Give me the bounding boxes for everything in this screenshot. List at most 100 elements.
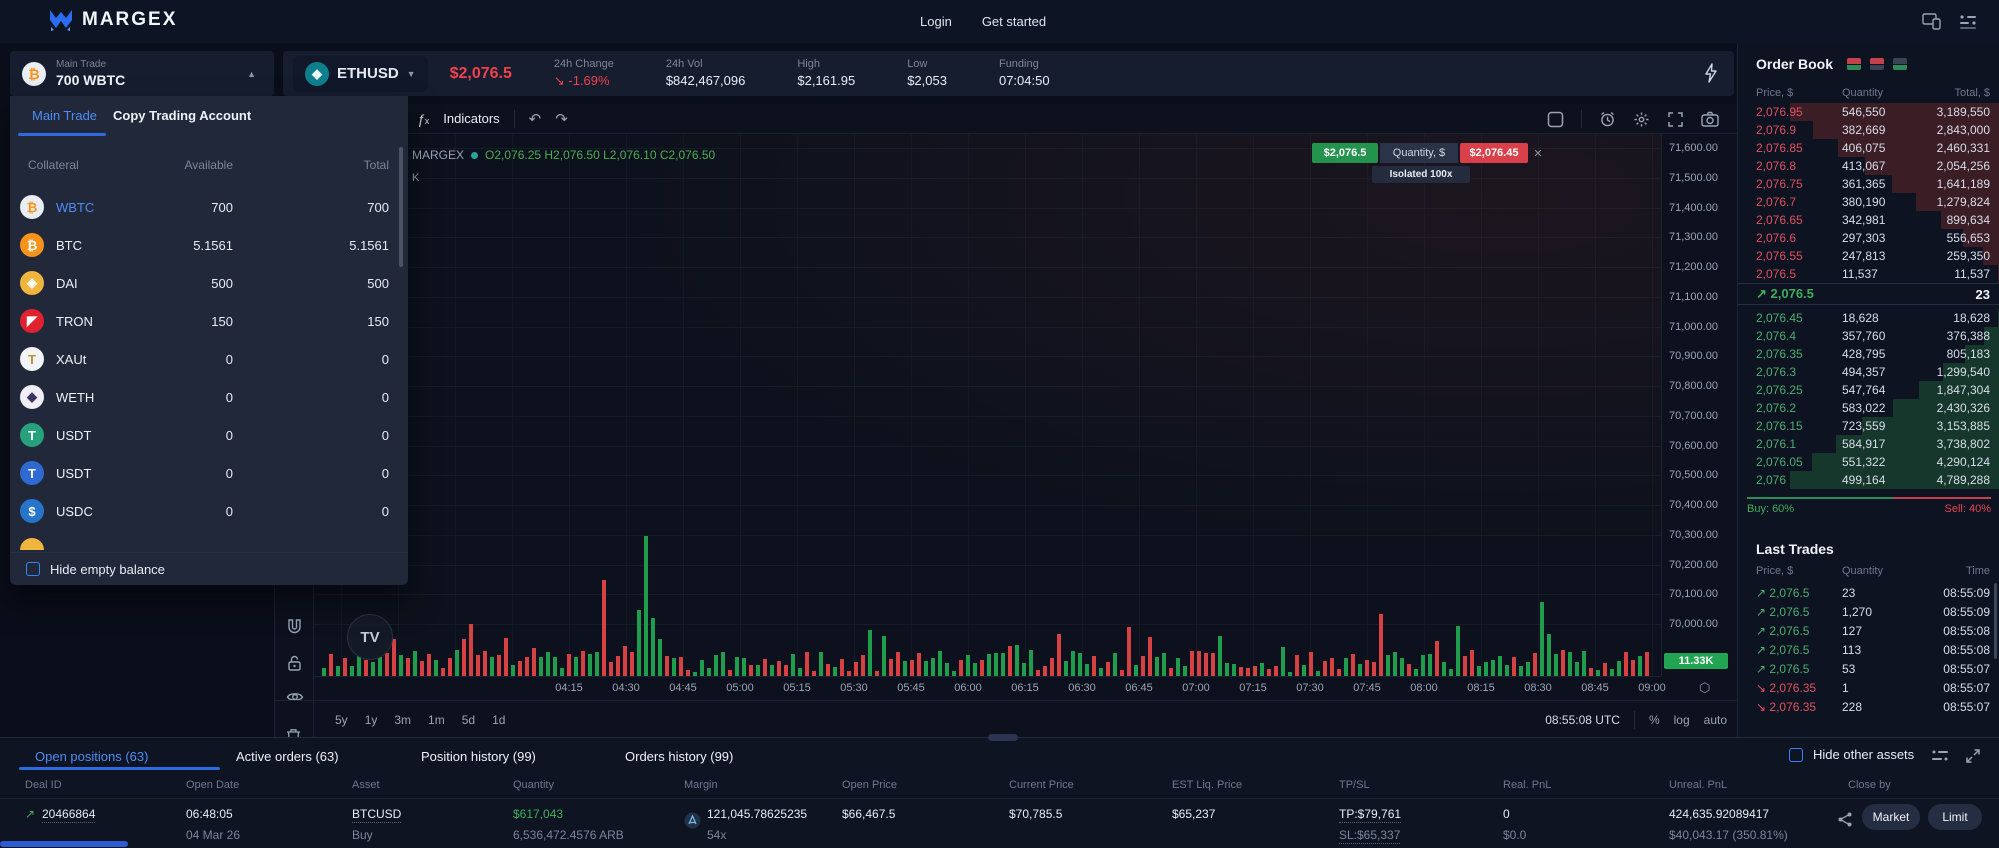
price-axis[interactable]: 71,600.00 71,500.00 71,400.00 71,300.00 71,2… (1661, 134, 1738, 676)
close-icon[interactable]: ✕ (1530, 143, 1546, 163)
sell-price-button[interactable]: $2,076.45 (1460, 143, 1528, 163)
timeframe-1d[interactable]: 1d (492, 713, 505, 727)
account-selector[interactable]: ₿ Main Trade 700 WBTC ▲ (10, 51, 274, 96)
hide-empty-checkbox[interactable] (26, 562, 40, 576)
horizontal-scrollbar[interactable] (0, 841, 128, 847)
redo-icon[interactable]: ↷ (555, 110, 568, 128)
pair-selector[interactable]: ◆ ETHUSD ▼ (293, 55, 428, 92)
tab-copy-trading[interactable]: Copy Trading Account (113, 108, 251, 123)
orderbook-sell-row[interactable]: 2,076.75 361,365 1,641,189 (1738, 175, 1999, 193)
collateral-row[interactable]: T USDT 0 0 (10, 416, 408, 454)
book-mode-buy-icon[interactable] (1893, 58, 1908, 70)
book-mode-both-icon[interactable] (1847, 58, 1862, 70)
magnet-icon[interactable] (286, 618, 303, 635)
orderbook-sell-row[interactable]: 2,076.65 342,981 899,634 (1738, 211, 1999, 229)
orderbook-sell-row[interactable]: 2,076.6 297,303 556,653 (1738, 229, 1999, 247)
tab-main-trade[interactable]: Main Trade (32, 108, 97, 123)
orderbook-sell-row[interactable]: 2,076.85 406,075 2,460,331 (1738, 139, 1999, 157)
caret-down-icon: ▼ (406, 68, 416, 79)
share-icon[interactable] (1838, 812, 1852, 830)
fullscreen-icon[interactable] (1667, 111, 1684, 128)
get-started-link[interactable]: Get started (982, 14, 1046, 29)
orderbook-buy-row[interactable]: 2,076.3 494,357 1,299,540 (1738, 363, 1999, 381)
tab-position-history[interactable]: Position history (99) (421, 749, 536, 764)
undo-icon[interactable]: ↶ (529, 110, 542, 128)
orderbook-sell-row[interactable]: 2,076.9 382,669 2,843,000 (1738, 121, 1999, 139)
orderbook-mid-price-row[interactable]: ↗ 2,076.5 23 (1738, 283, 1999, 305)
orderbook-sell-row[interactable]: 2,076.8 413,067 2,054,256 (1738, 157, 1999, 175)
orderbook-buy-row[interactable]: 2,076 499,164 4,789,288 (1738, 471, 1999, 489)
collateral-row[interactable]: ◤ TRON 150 150 (10, 302, 408, 340)
timeframe-5y[interactable]: 5y (335, 713, 348, 727)
close-limit-button[interactable]: Limit (1928, 804, 1982, 830)
collateral-row[interactable]: T XAUt 0 0 (10, 340, 408, 378)
percent-scale-button[interactable]: % (1649, 713, 1660, 727)
timeframe-5d[interactable]: 5d (462, 713, 475, 727)
tab-open-positions[interactable]: Open positions (63) (35, 749, 148, 764)
time-axis-label: 07:30 (1296, 682, 1324, 694)
collateral-row[interactable]: $ USDC 0 0 (10, 492, 408, 530)
market-header: ◆ ETHUSD ▼ $2,076.5 24h Change ↘ -1.69% 24… (283, 51, 1734, 96)
quantity-field[interactable]: Quantity, $ (1380, 143, 1458, 163)
panel-drag-handle[interactable] (988, 734, 1018, 741)
last-trades-scrollbar[interactable] (1994, 583, 1997, 659)
expand-icon[interactable] (1965, 748, 1981, 764)
indicators-button[interactable]: Indicators (443, 111, 499, 126)
axis-settings-icon[interactable]: ⬡ (1699, 680, 1710, 696)
time-axis[interactable]: 04:15 04:30 04:45 05:00 05:15 05:30 05:45 06:00… (314, 676, 1666, 700)
collateral-row[interactable]: ₿ WBTC 700 700 (10, 188, 408, 226)
camera-icon[interactable] (1701, 111, 1719, 127)
fx-icon[interactable]: ƒx (417, 111, 429, 127)
tab-active-orders[interactable]: Active orders (63) (236, 749, 339, 764)
layout-icon[interactable] (1547, 111, 1564, 128)
orderbook-sell-row[interactable]: 2,076.7 380,190 1,279,824 (1738, 193, 1999, 211)
login-link[interactable]: Login (920, 14, 952, 29)
orderbook-buy-row[interactable]: 2,076.05 551,322 4,290,124 (1738, 453, 1999, 471)
collateral-rows: ₿ WBTC 700 700 ₿ BTC 5.1561 5.1561 ◈ DAI 500 500 ◤ TR… (10, 188, 408, 530)
settings-gear-icon[interactable] (1633, 111, 1650, 128)
timeframe-1y[interactable]: 1y (365, 713, 378, 727)
collateral-row[interactable]: ◆ WETH 0 0 (10, 378, 408, 416)
workspace-icon[interactable] (1959, 14, 1977, 30)
price-cell: 2,076.35 (1756, 347, 1803, 361)
lock-icon[interactable] (286, 654, 303, 672)
orderbook-buy-row[interactable]: 2,076.35 428,795 805,183 (1738, 345, 1999, 363)
book-mode-sell-icon[interactable] (1870, 58, 1885, 70)
orderbook-buy-row[interactable]: 2,076.4 357,760 376,388 (1738, 327, 1999, 345)
collateral-row[interactable]: T USDT 0 0 (10, 454, 408, 492)
tab-orders-history[interactable]: Orders history (99) (625, 749, 733, 764)
log-scale-button[interactable]: log (1674, 713, 1690, 727)
margin-mode-badge[interactable]: Isolated 100x (1372, 166, 1470, 183)
margex-logo[interactable]: MARGEX (48, 8, 177, 32)
tpsl-cell[interactable]: TP:$79,761 SL:$65,337 (1339, 807, 1402, 844)
collateral-row[interactable]: ₿ BTC 5.1561 5.1561 (10, 226, 408, 264)
total-cell: 1,299,540 (1936, 365, 1990, 379)
auto-scale-button[interactable]: auto (1704, 713, 1727, 727)
chart-plot[interactable]: TV MARGEX O2,076.25 H2,076.50 L2,076.10 … (314, 134, 1661, 676)
close-market-button[interactable]: Market (1862, 804, 1920, 830)
panel-scrollbar[interactable] (399, 147, 403, 267)
orderbook-sell-row[interactable]: 2,076.95 546,550 3,189,550 (1738, 103, 1999, 121)
devices-icon[interactable] (1922, 13, 1941, 30)
orderbook-buy-row[interactable]: 2,076.1 584,917 3,738,802 (1738, 435, 1999, 453)
total-cell: 1,641,189 (1936, 177, 1990, 191)
orderbook-buy-row[interactable]: 2,076.45 18,628 18,628 (1738, 309, 1999, 327)
column-settings-icon[interactable] (1931, 748, 1949, 764)
orderbook-buy-row[interactable]: 2,076.2 583,022 2,430,326 (1738, 399, 1999, 417)
lightning-icon[interactable] (1704, 63, 1718, 86)
timeframe-1m[interactable]: 1m (428, 713, 445, 727)
orderbook-buy-row[interactable]: 2,076.15 723,559 3,153,885 (1738, 417, 1999, 435)
quantity-cell: $617,043 6,536,472.4576 ARB (513, 807, 624, 842)
hide-other-checkbox[interactable] (1789, 747, 1803, 762)
orderbook-buy-row[interactable]: 2,076.25 547,764 1,847,304 (1738, 381, 1999, 399)
xaut-coin-icon: T (20, 347, 44, 371)
utc-clock[interactable]: 08:55:08 UTC (1545, 713, 1620, 727)
timeframe-3m[interactable]: 3m (394, 713, 411, 727)
orderbook-sell-row[interactable]: 2,076.5 11,537 11,537 (1738, 265, 1999, 283)
buy-price-button[interactable]: $2,076.5 (1312, 143, 1378, 163)
orderbook-sell-row[interactable]: 2,076.55 247,813 259,350 (1738, 247, 1999, 265)
collateral-row[interactable]: ◈ DAI 500 500 (10, 264, 408, 302)
price-cell: 2,076.05 (1756, 455, 1803, 469)
alert-clock-icon[interactable] (1599, 111, 1616, 128)
depth-heat-tint (314, 134, 1661, 676)
